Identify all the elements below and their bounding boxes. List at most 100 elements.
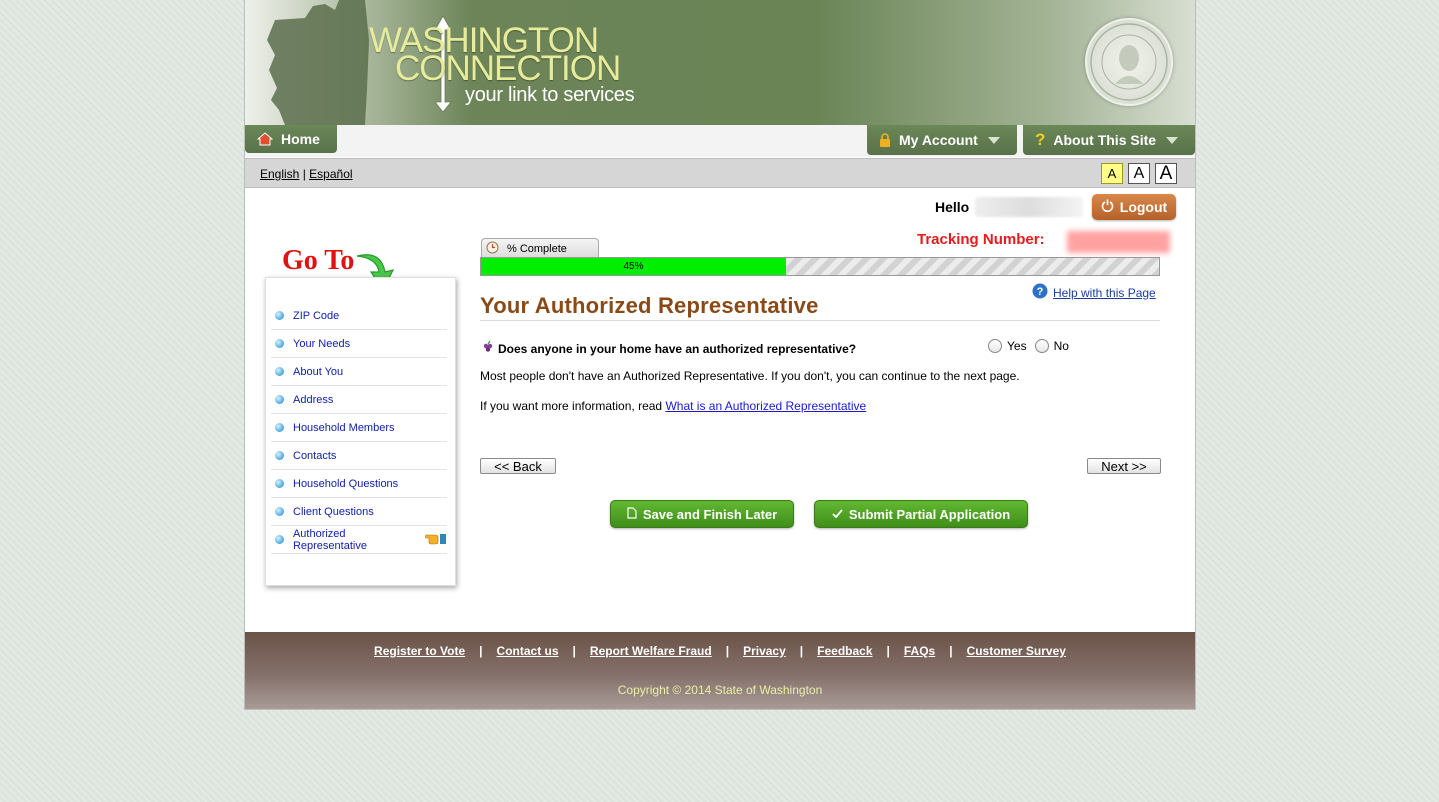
save-and-finish-later-button[interactable]: Save and Finish Later (610, 500, 794, 528)
bullet-icon (275, 479, 284, 488)
greeting-text: Hello (935, 199, 970, 215)
logo-line-2: CONNECTION (395, 49, 621, 88)
copyright-text: Copyright © 2014 State of Washington (617, 683, 823, 697)
logout-label: Logout (1119, 199, 1168, 215)
checkmark-icon (832, 507, 843, 522)
question-icon: ? (1035, 130, 1046, 149)
sidebar-item-address[interactable]: Address (271, 386, 447, 414)
yes-radio[interactable] (988, 339, 1002, 353)
sidebar-item-label: ZIP Code (293, 309, 340, 322)
bullet-icon (275, 507, 284, 516)
info-text: Most people don't have an Authorized Rep… (480, 369, 1020, 383)
nav-about-tab[interactable]: ? About This Site (1023, 125, 1195, 155)
progress-percent-text: 45% (623, 261, 644, 272)
nav-home-label: Home (281, 131, 320, 147)
footer-separator: | (572, 644, 576, 658)
home-icon (257, 132, 273, 146)
sidebar-item-authorized-representative[interactable]: Authorized Representative (271, 526, 447, 554)
footer-link-contact-us[interactable]: Contact us (497, 644, 559, 658)
sidebar-item-about-you[interactable]: About You (271, 358, 447, 386)
sidebar-item-your-needs[interactable]: Your Needs (271, 330, 447, 358)
language-bar: English | Español A A A (245, 158, 1195, 188)
font-size-large-button[interactable]: A (1155, 163, 1177, 184)
redacted-tracking-number (1067, 231, 1170, 253)
footer-link-report-welfare-fraud[interactable]: Report Welfare Fraud (590, 644, 712, 658)
bullet-icon (275, 367, 284, 376)
nav-home-tab[interactable]: Home (245, 125, 337, 153)
authorized-rep-question: Does anyone in your home have an authori… (481, 340, 856, 357)
nav-my-account-label: My Account (899, 132, 978, 148)
footer-link-register-to-vote[interactable]: Register to Vote (374, 644, 465, 658)
page-container: WASHINGTON CONNECTION your link to servi… (244, 0, 1196, 710)
save-button-label: Save and Finish Later (642, 506, 778, 522)
goto-sidebar: ZIP Code Your Needs About You Address Ho… (265, 277, 456, 586)
language-separator: | (302, 167, 306, 181)
percent-complete-tab: % Complete (481, 238, 599, 258)
no-radio[interactable] (1034, 339, 1049, 353)
chevron-down-icon (987, 136, 1000, 144)
chevron-down-icon (1166, 136, 1179, 144)
logo-tagline: your link to services (465, 84, 635, 106)
yes-no-radio-group: Yes No (988, 339, 1077, 353)
submit-partial-application-button[interactable]: Submit Partial Application (814, 500, 1028, 528)
footer-link-privacy[interactable]: Privacy (743, 644, 786, 658)
percent-complete-label: % Complete (507, 242, 567, 255)
help-with-page-link[interactable]: ? Help with this Page (1032, 283, 1156, 302)
footer-link-customer-survey[interactable]: Customer Survey (967, 644, 1066, 658)
pointing-hand-icon (425, 531, 447, 548)
power-icon (1101, 199, 1114, 215)
yes-radio-label: Yes (1007, 339, 1027, 353)
sidebar-item-label: Client Questions (293, 505, 374, 518)
footer-links: Register to Vote | Contact us | Report W… (245, 644, 1195, 658)
sidebar-item-label: Household Members (293, 421, 395, 434)
no-radio-label: No (1053, 339, 1069, 353)
page-title: Your Authorized Representative (480, 293, 819, 318)
bullet-icon (275, 535, 284, 544)
nav-my-account-tab[interactable]: My Account (867, 125, 1017, 155)
footer-separator: | (949, 644, 953, 658)
sidebar-item-label: Your Needs (293, 337, 351, 350)
font-size-medium-button[interactable]: A (1128, 163, 1150, 184)
help-icon: ? (1032, 283, 1048, 302)
more-info-text: If you want more information, read What … (480, 399, 866, 413)
sidebar-item-zip-code[interactable]: ZIP Code (271, 302, 447, 330)
bullet-icon (275, 339, 284, 348)
footer-separator: | (479, 644, 483, 658)
what-is-authorized-rep-link[interactable]: What is an Authorized Representative (665, 399, 866, 413)
redacted-user-name (975, 197, 1083, 217)
washington-state-map-icon (267, 0, 369, 125)
espanol-link[interactable]: Español (309, 167, 352, 181)
question-text: Does anyone in your home have an authori… (498, 341, 857, 356)
english-link[interactable]: English (260, 167, 299, 181)
sidebar-item-label: Address (293, 393, 334, 406)
site-banner: WASHINGTON CONNECTION your link to servi… (245, 0, 1195, 125)
font-size-small-button[interactable]: A (1101, 163, 1123, 184)
sidebar-item-household-members[interactable]: Household Members (271, 414, 447, 442)
bullet-icon (275, 423, 284, 432)
sidebar-item-label: Authorized Representative (292, 527, 367, 552)
footer-separator: | (799, 644, 804, 658)
sidebar-item-contacts[interactable]: Contacts (271, 442, 447, 470)
nav-about-label: About This Site (1053, 132, 1157, 148)
sidebar-item-label: Contacts (293, 449, 337, 462)
state-seal-icon (1085, 18, 1173, 106)
sidebar-item-client-questions[interactable]: Client Questions (271, 498, 447, 526)
lock-icon (879, 133, 891, 147)
submit-button-label: Submit Partial Application (848, 506, 1011, 522)
more-info-prefix: If you want more information, read (480, 399, 663, 413)
document-icon (627, 506, 637, 522)
footer-link-faqs[interactable]: FAQs (904, 644, 935, 658)
tracking-number-label: Tracking Number: (917, 231, 1045, 248)
heading-divider (480, 320, 1160, 321)
sidebar-item-label: About You (293, 365, 344, 378)
next-button[interactable]: Next >> (1087, 458, 1161, 474)
sidebar-item-household-questions[interactable]: Household Questions (271, 470, 447, 498)
bullet-icon (275, 451, 284, 460)
font-size-controls: A A A (1101, 163, 1177, 184)
goto-label: Go To (282, 245, 355, 276)
back-button[interactable]: << Back (480, 458, 556, 474)
language-links: English | Español (260, 167, 353, 181)
footer-separator: | (886, 644, 890, 658)
logout-button[interactable]: Logout (1092, 194, 1176, 220)
footer-link-feedback[interactable]: Feedback (817, 644, 872, 658)
